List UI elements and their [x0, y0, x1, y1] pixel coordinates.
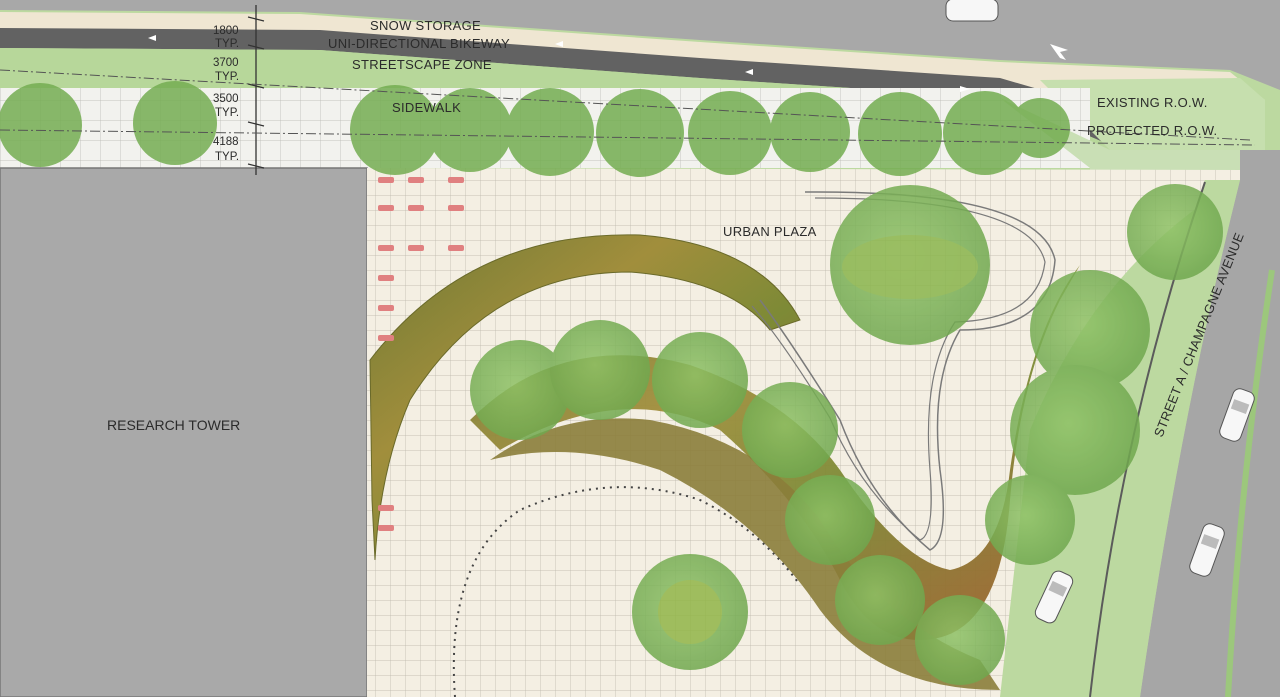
label-streetscape: STREETSCAPE ZONE	[352, 57, 492, 72]
dim-4-value: 4188	[213, 136, 239, 148]
dim-2-unit: TYP.	[215, 71, 239, 83]
label-research-tower: RESEARCH TOWER	[107, 417, 240, 433]
dim-1-value: 1800	[213, 25, 239, 37]
dim-3-value: 3500	[213, 93, 239, 105]
dim-4-unit: TYP.	[215, 151, 239, 163]
dim-3-unit: TYP.	[215, 107, 239, 119]
label-snow-storage: SNOW STORAGE	[370, 18, 481, 33]
dim-1-unit: TYP.	[215, 38, 239, 50]
label-bikeway: UNI-DIRECTIONAL BIKEWAY	[328, 36, 510, 51]
label-urban-plaza: URBAN PLAZA	[723, 224, 817, 239]
dim-2-value: 3700	[213, 57, 239, 69]
label-sidewalk: SIDEWALK	[392, 100, 461, 115]
label-existing-row: EXISTING R.O.W.	[1097, 95, 1208, 110]
label-protected-row: PROTECTED R.O.W.	[1087, 123, 1217, 138]
car-4	[945, 0, 999, 22]
site-plan-map: SNOW STORAGE UNI-DIRECTIONAL BIKEWAY STR…	[0, 0, 1280, 697]
